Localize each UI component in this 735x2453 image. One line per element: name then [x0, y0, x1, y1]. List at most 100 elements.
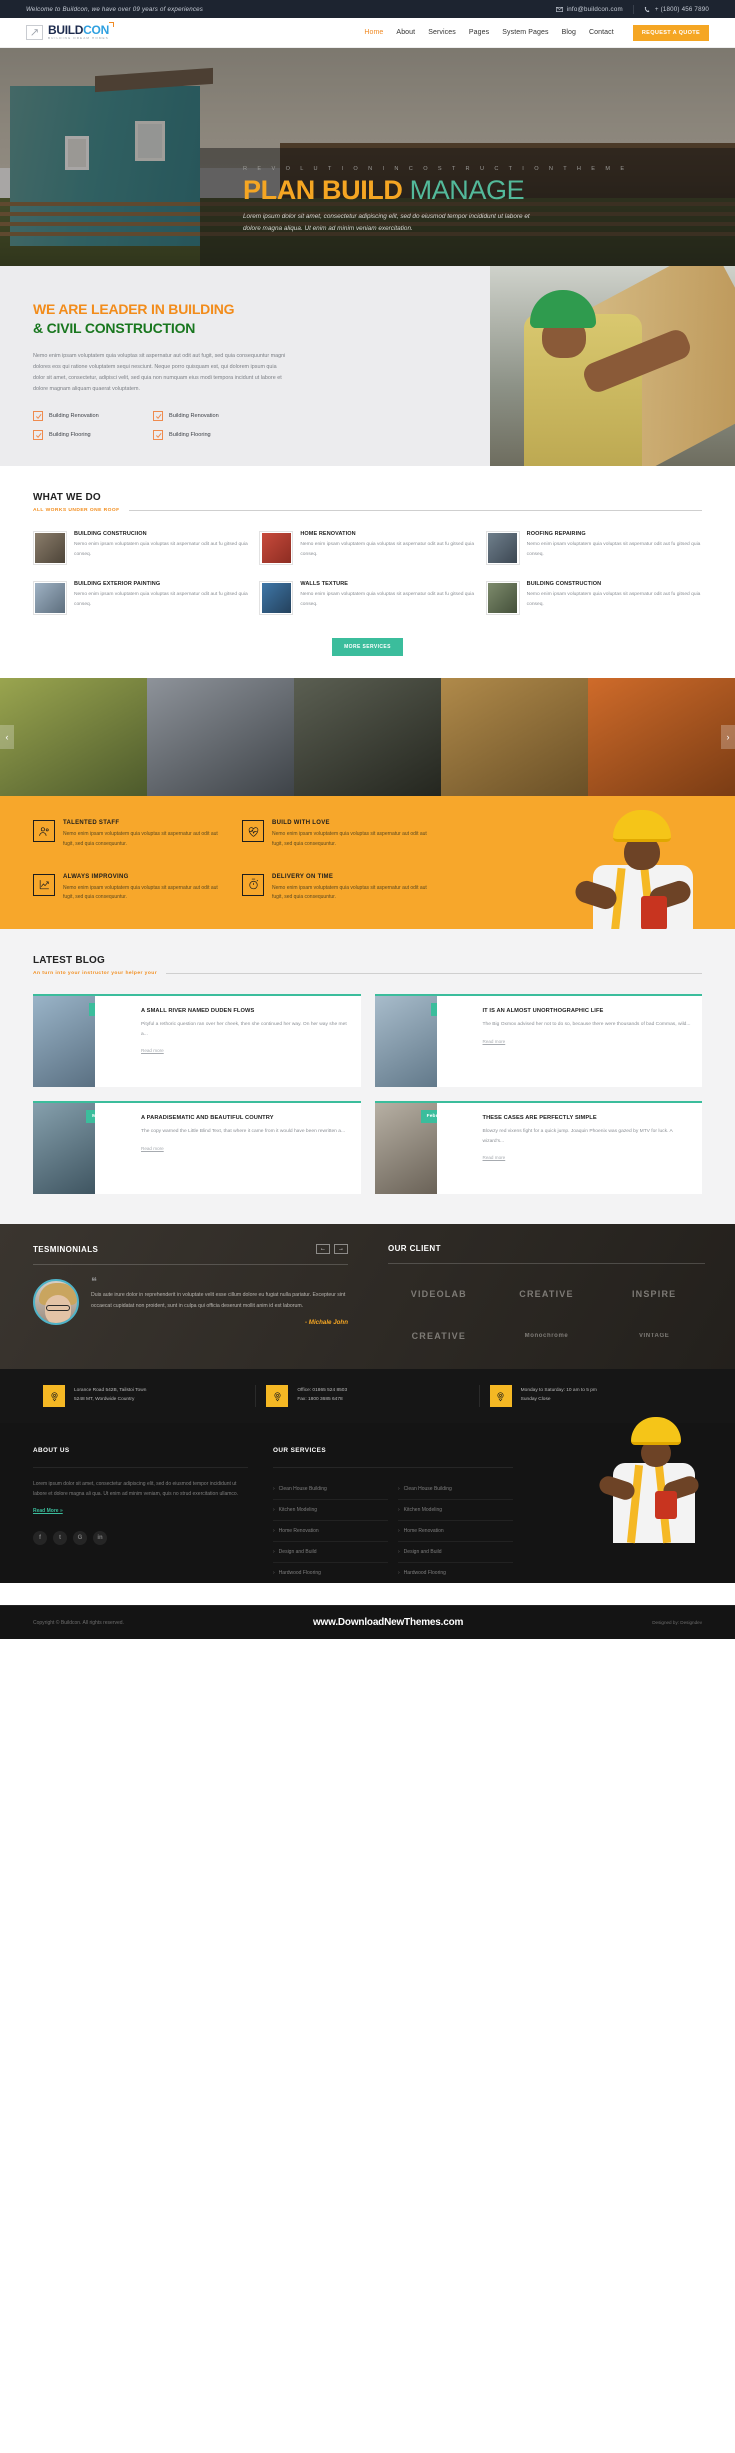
- blog-read-more-link[interactable]: Read more: [483, 1155, 506, 1160]
- blog-read-more-link[interactable]: Read more: [141, 1146, 164, 1151]
- contact-office-line: Office: 01865 524 8503: [297, 1388, 348, 1394]
- service-card[interactable]: BUILDING EXTERIOR PAINTING Nemo enim ips…: [33, 581, 249, 615]
- checklist-item[interactable]: Building Renovation: [153, 411, 273, 422]
- nav-item-contact[interactable]: Contact: [589, 29, 614, 36]
- client-logo[interactable]: CREATIVE: [496, 1278, 598, 1310]
- footer-service-item[interactable]: › Kitchen Modeling: [398, 1500, 513, 1521]
- twitter-icon[interactable]: t: [53, 1531, 67, 1545]
- footer-service-item[interactable]: › Hardwood Flooring: [273, 1563, 388, 1583]
- service-card[interactable]: WALLS TEXTURE Nemo enim ipsam voluptatem…: [259, 581, 475, 615]
- gallery-item[interactable]: [294, 678, 441, 796]
- footer-service-item[interactable]: › Clean House Building: [273, 1479, 388, 1500]
- client-logo[interactable]: INSPIRE: [603, 1278, 705, 1310]
- testimonial-prev-button[interactable]: ←: [316, 1244, 330, 1254]
- footer-service-label: Kitchen Modeling: [278, 1507, 318, 1513]
- what-we-do-section: WHAT WE DO ALL WORKS UNDER ONE ROOF BUIL…: [0, 466, 735, 656]
- check-icon: [33, 430, 43, 441]
- site-footer: ABOUT US Lorem ipsum dolor sit amet, con…: [0, 1417, 735, 1583]
- hero-title-orange: PLAN BUILD: [243, 175, 403, 205]
- nav-item-home[interactable]: Home: [364, 29, 383, 36]
- footer-service-item[interactable]: › Design and Build: [273, 1542, 388, 1563]
- blog-read-more-link[interactable]: Read more: [141, 1048, 164, 1053]
- client-logo[interactable]: CREATIVE: [388, 1320, 490, 1352]
- checklist-item[interactable]: Building Renovation: [33, 411, 153, 422]
- nav-item-blog[interactable]: Blog: [562, 29, 576, 36]
- leader-image: [490, 266, 735, 466]
- service-card[interactable]: BUILDING CONSTRUCIION Nemo enim ipsam vo…: [33, 531, 249, 565]
- blog-card-title: THESE CASES ARE PERFECTLY SIMPLE: [482, 1115, 597, 1121]
- footer-service-label: Clean House Building: [403, 1486, 452, 1492]
- gallery-item[interactable]: ‹: [0, 678, 147, 796]
- footer-service-item[interactable]: › Kitchen Modeling: [273, 1500, 388, 1521]
- feature-text: Nemo enim ipsam voluptatem quia voluptas…: [272, 831, 427, 847]
- google-plus-icon[interactable]: G: [73, 1531, 87, 1545]
- copyright-text: Copyright © Buildcon. All rights reserve…: [33, 1619, 124, 1626]
- blog-card[interactable]: April 11, 2018 IT IS AN ALMOST UNORTHOGR…: [374, 994, 702, 1087]
- what-we-do-heading: WHAT WE DO ALL WORKS UNDER ONE ROOF: [33, 492, 702, 513]
- nav-item-about[interactable]: About: [396, 29, 415, 36]
- welcome-text: Welcome to Buildcon, we have over 09 yea…: [26, 5, 204, 13]
- blog-card[interactable]: February 13, 2018 THESE CASES ARE PERFEC…: [374, 1101, 702, 1194]
- gallery-prev-button[interactable]: ‹: [0, 725, 14, 749]
- service-text: Nemo enim ipsam voluptatem quia voluptas…: [300, 592, 475, 607]
- gallery-item[interactable]: [441, 678, 588, 796]
- top-bar: Welcome to Buildcon, we have over 09 yea…: [0, 0, 735, 18]
- leader-section: WE ARE LEADER IN BUILDING & CIVIL CONSTR…: [0, 266, 735, 466]
- request-quote-button[interactable]: REQUEST A QUOTE: [632, 24, 709, 41]
- footer-service-item[interactable]: › Home Renovation: [398, 1521, 513, 1542]
- blog-card[interactable]: March 30, 2018 A PARADISEMATIC AND BEAUT…: [33, 1101, 361, 1194]
- stopwatch-icon: [242, 873, 264, 896]
- service-card[interactable]: BUILDING CONSTRUCTION Nemo enim ipsam vo…: [485, 581, 702, 615]
- site-header: BUILDCON BUILDING DREAM HOMES Home About…: [0, 18, 735, 48]
- footer-services: OUR SERVICES › Clean House Building › Kitc…: [273, 1447, 513, 1583]
- service-thumbnail: [259, 581, 294, 615]
- watermark-text: www.DownloadNewThemes.com: [312, 1617, 464, 1628]
- what-we-do-subtitle: ALL WORKS UNDER ONE ROOF: [33, 508, 120, 513]
- linkedin-icon[interactable]: in: [93, 1531, 107, 1545]
- footer-service-item[interactable]: › Hardwood Flooring: [398, 1563, 513, 1583]
- service-card[interactable]: HOME RENOVATION Nemo enim ipsam voluptat…: [259, 531, 475, 565]
- logo[interactable]: BUILDCON BUILDING DREAM HOMES: [26, 22, 114, 40]
- client-logo[interactable]: VINTAGE: [603, 1320, 705, 1352]
- latest-blog-section: LATEST BLOG An turn into your instructor…: [0, 929, 735, 1224]
- topbar-phone[interactable]: + (1800) 456 7890: [644, 6, 709, 13]
- testimonial-next-button[interactable]: →: [334, 1244, 348, 1254]
- nav-item-system-pages[interactable]: System Pages: [502, 29, 548, 36]
- footer-rule: [273, 1467, 513, 1468]
- leader-checklist: Building Renovation Building Renovation …: [33, 411, 300, 441]
- blog-card[interactable]: April 18, 2018 A SMALL RIVER NAMED DUDEN…: [33, 994, 361, 1087]
- client-logo[interactable]: VIDEOLAB: [388, 1278, 490, 1310]
- service-thumbnail: [33, 531, 67, 565]
- testimonials-rule: [33, 1264, 348, 1265]
- blog-read-more-link[interactable]: Read more: [483, 1039, 506, 1044]
- nav-item-services[interactable]: Services: [428, 29, 456, 36]
- more-services-button[interactable]: MORE SERVICES: [332, 638, 403, 656]
- hero-content: R E V O L U T I O N I N C O S T R U C T …: [243, 166, 629, 235]
- feature-item: TALENTED STAFF Nemo enim ipsam voluptate…: [33, 820, 224, 850]
- logo-mark-icon: [26, 25, 43, 40]
- topbar-email-text: info@buildcon.com: [566, 5, 623, 13]
- service-title: BUILDING CONSTRUCTION: [526, 581, 602, 587]
- features-section: TALENTED STAFF Nemo enim ipsam voluptate…: [0, 796, 735, 929]
- gallery-item[interactable]: [147, 678, 294, 796]
- location-pin-icon: [266, 1385, 289, 1407]
- feature-text: Nemo enim ipsam voluptatem quia voluptas…: [272, 884, 427, 901]
- nav-item-pages[interactable]: Pages: [469, 29, 489, 36]
- footer-service-label: Clean House Building: [278, 1486, 327, 1492]
- client-logo[interactable]: Monochrome: [496, 1320, 598, 1352]
- checklist-item[interactable]: Building Flooring: [153, 430, 273, 441]
- page-root: Welcome to Buildcon, we have over 09 yea…: [0, 0, 735, 1639]
- service-card[interactable]: ROOFING REPAIRING Nemo enim ipsam volupt…: [485, 531, 702, 565]
- footer-service-item[interactable]: › Design and Build: [398, 1542, 513, 1563]
- checklist-item[interactable]: Building Flooring: [33, 430, 153, 441]
- facebook-icon[interactable]: f: [33, 1531, 47, 1545]
- footer-service-item[interactable]: › Clean House Building: [398, 1479, 513, 1500]
- service-text: Nemo enim ipsam voluptatem quia voluptas…: [74, 542, 248, 557]
- topbar-email[interactable]: info@buildcon.com: [555, 5, 623, 13]
- gallery-item[interactable]: ›: [588, 678, 735, 796]
- topbar-divider: [632, 4, 634, 14]
- footer-service-item[interactable]: › Home Renovation: [273, 1521, 388, 1542]
- footer-rule: [33, 1467, 248, 1468]
- gallery-next-button[interactable]: ›: [721, 725, 735, 749]
- footer-read-more-link[interactable]: Read More »: [33, 1508, 63, 1514]
